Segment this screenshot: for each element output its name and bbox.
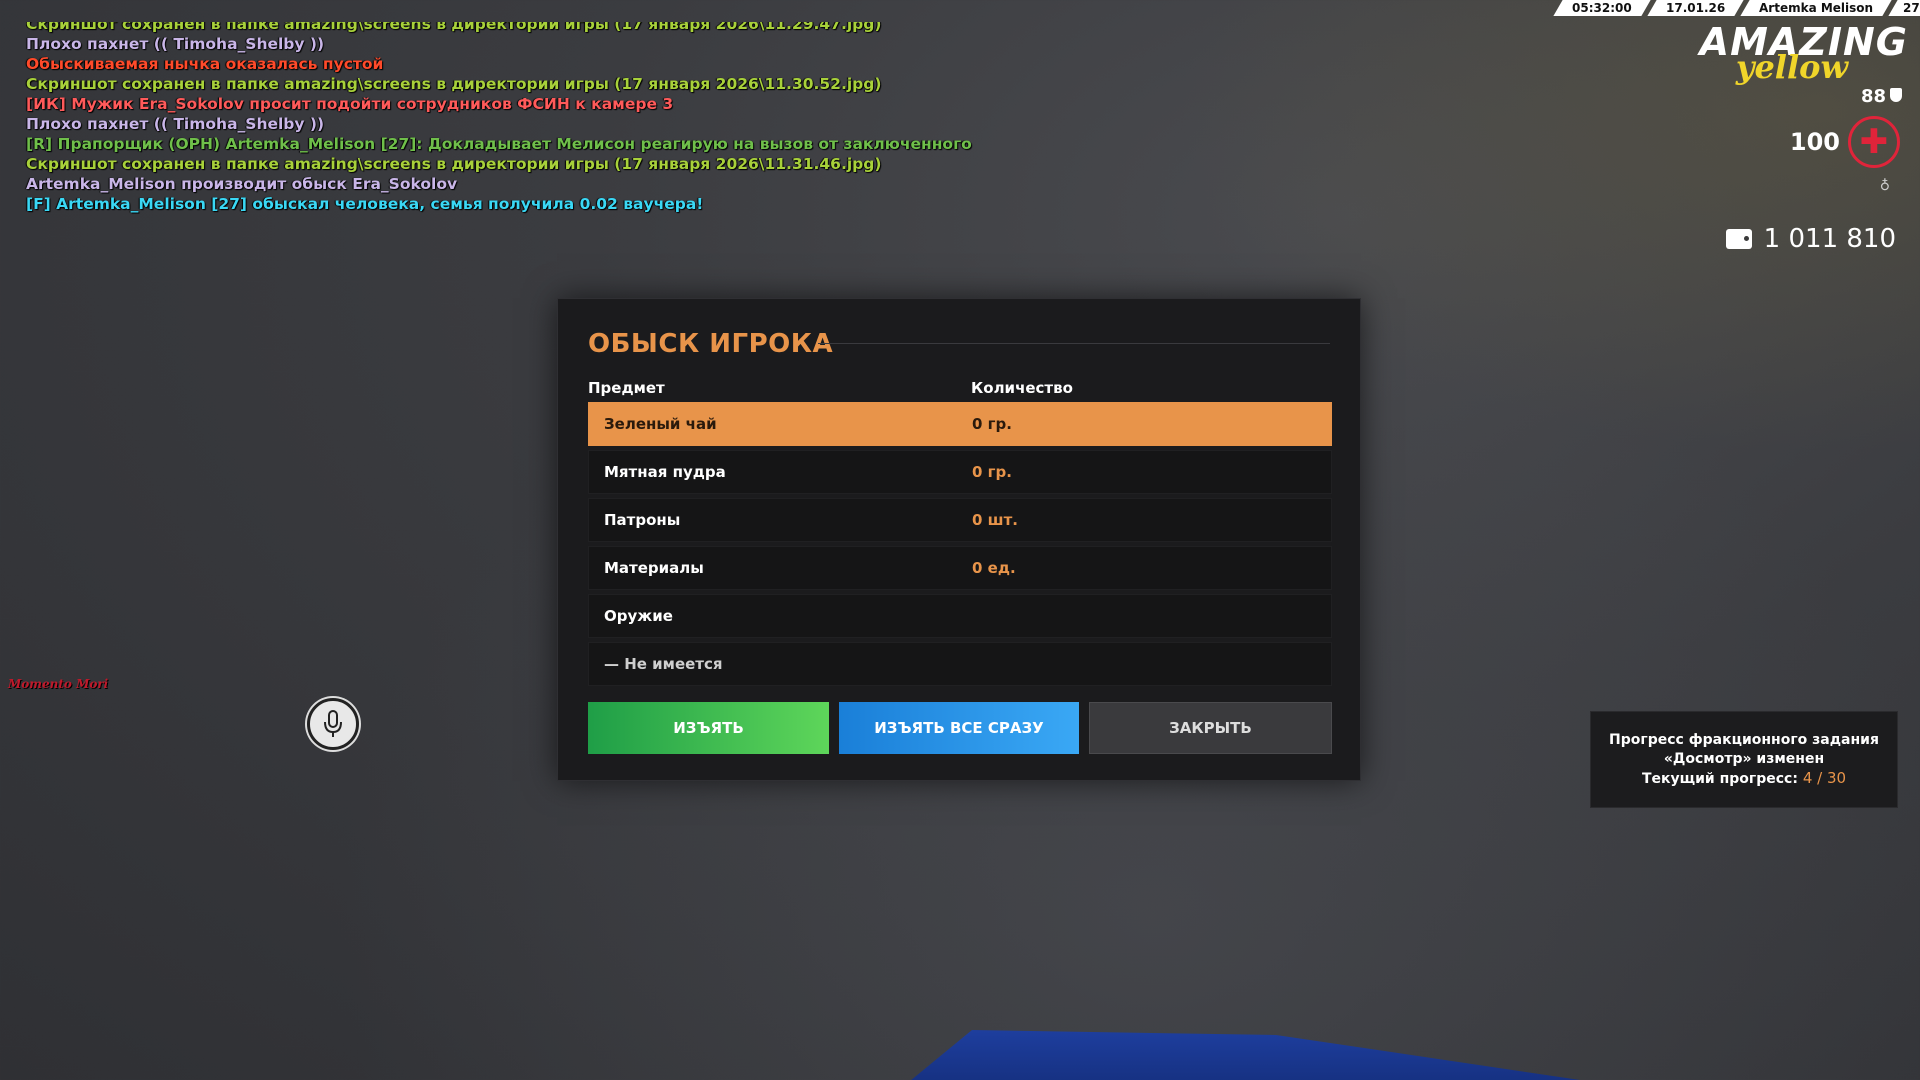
chat-line: Скриншот сохранен в папке amazing\screen… [26, 22, 882, 33]
item-row-materials[interactable]: Материалы 0 ед. [588, 546, 1332, 590]
item-name: Материалы [604, 559, 704, 577]
search-player-dialog: ОБЫСК ИГРОКА Предмет Количество Зеленый … [557, 298, 1361, 781]
item-name: Патроны [604, 511, 681, 529]
dialog-actions: ИЗЪЯТЬ ИЗЪЯТЬ ВСЕ СРАЗУ ЗАКРЫТЬ [588, 702, 1332, 754]
confiscate-button[interactable]: ИЗЪЯТЬ [588, 702, 829, 754]
memento-label: Momento Mori [8, 677, 109, 691]
item-quantity: 0 ед. [972, 559, 1016, 577]
date-display: 17.01.26 [1647, 0, 1744, 16]
close-button[interactable]: ЗАКРЫТЬ [1089, 702, 1332, 754]
item-name: Мятная пудра [604, 463, 726, 481]
column-header-quantity: Количество [971, 379, 1073, 397]
chat-line: Скриншот сохранен в папке amazing\screen… [26, 75, 882, 93]
dialog-title: ОБЫСК ИГРОКА [588, 329, 834, 359]
hud-topbar: 05:32:00 17.01.26 Artemka Melison 27 [1552, 0, 1920, 16]
chat-line: Скриншот сохранен в папке amazing\screen… [26, 155, 882, 173]
notify-line-1: Прогресс фракционного задания [1609, 731, 1879, 748]
item-row-ammo[interactable]: Патроны 0 шт. [588, 498, 1332, 542]
notify-line-2: «Досмотр» изменен [1663, 750, 1825, 767]
server-logo: AMAZING yellow [1699, 20, 1908, 86]
item-row-weapons[interactable]: Оружие [588, 594, 1332, 638]
item-list: Зеленый чай 0 гр. Мятная пудра 0 гр. Пат… [588, 402, 1332, 690]
health-icon: ✚ [1848, 116, 1900, 168]
faction-task-notification: Прогресс фракционного задания «Досмотр» … [1590, 711, 1898, 808]
confiscate-all-button[interactable]: ИЗЪЯТЬ ВСЕ СРАЗУ [839, 702, 1079, 754]
item-name: — Не имеется [604, 655, 723, 673]
player-id: 27 [1888, 0, 1920, 16]
chat-line: Плохо пахнет (( Timoha_Shelby )) [26, 115, 325, 133]
column-header-item: Предмет [588, 379, 665, 397]
notify-line-3: Текущий прогресс: 4 / 30 [1642, 769, 1846, 789]
item-quantity: 0 гр. [972, 415, 1012, 433]
money-display: 1 011 810 [1725, 224, 1896, 254]
item-quantity: 0 шт. [972, 511, 1018, 529]
chat-line: Обыскиваемая нычка оказалась пустой [26, 55, 384, 73]
item-row-mint-powder[interactable]: Мятная пудра 0 гр. [588, 450, 1332, 494]
item-name: Оружие [604, 607, 673, 625]
armor-icon [1890, 88, 1902, 102]
microphone-icon[interactable] [307, 698, 359, 750]
item-quantity: 0 гр. [972, 463, 1012, 481]
chat-line: Плохо пахнет (( Timoha_Shelby )) [26, 35, 325, 53]
chat-line: [R] Прапорщик (ОРН) Artemka_Melison [27]… [26, 135, 972, 153]
chat-line: Artemka_Melison производит обыск Era_Sok… [26, 175, 458, 193]
time-display: 05:32:00 [1553, 0, 1651, 16]
chat-line: [F] Artemka_Melison [27] обыскал человек… [26, 195, 704, 213]
notify-progress-value: 4 / 30 [1802, 768, 1847, 787]
title-divider [818, 343, 1330, 344]
wallet-icon [1725, 229, 1752, 249]
hunger-icon: ♁ [1879, 178, 1890, 194]
item-name: Зеленый чай [604, 415, 717, 433]
money-value: 1 011 810 [1763, 224, 1896, 254]
item-row-none[interactable]: — Не имеется [588, 642, 1332, 686]
item-row-green-tea[interactable]: Зеленый чай 0 гр. [588, 402, 1332, 446]
health-value: 100 [1789, 128, 1840, 156]
chat-line: [ИК] Мужик Era_Sokolov просит подойти со… [26, 95, 674, 113]
chat-log: Скриншот сохранен в папке amazing\screen… [26, 22, 1026, 214]
armor-value: 88 [1860, 86, 1886, 107]
player-name: Artemka Melison [1740, 0, 1892, 16]
notify-progress-label: Текущий прогресс: [1641, 770, 1798, 787]
